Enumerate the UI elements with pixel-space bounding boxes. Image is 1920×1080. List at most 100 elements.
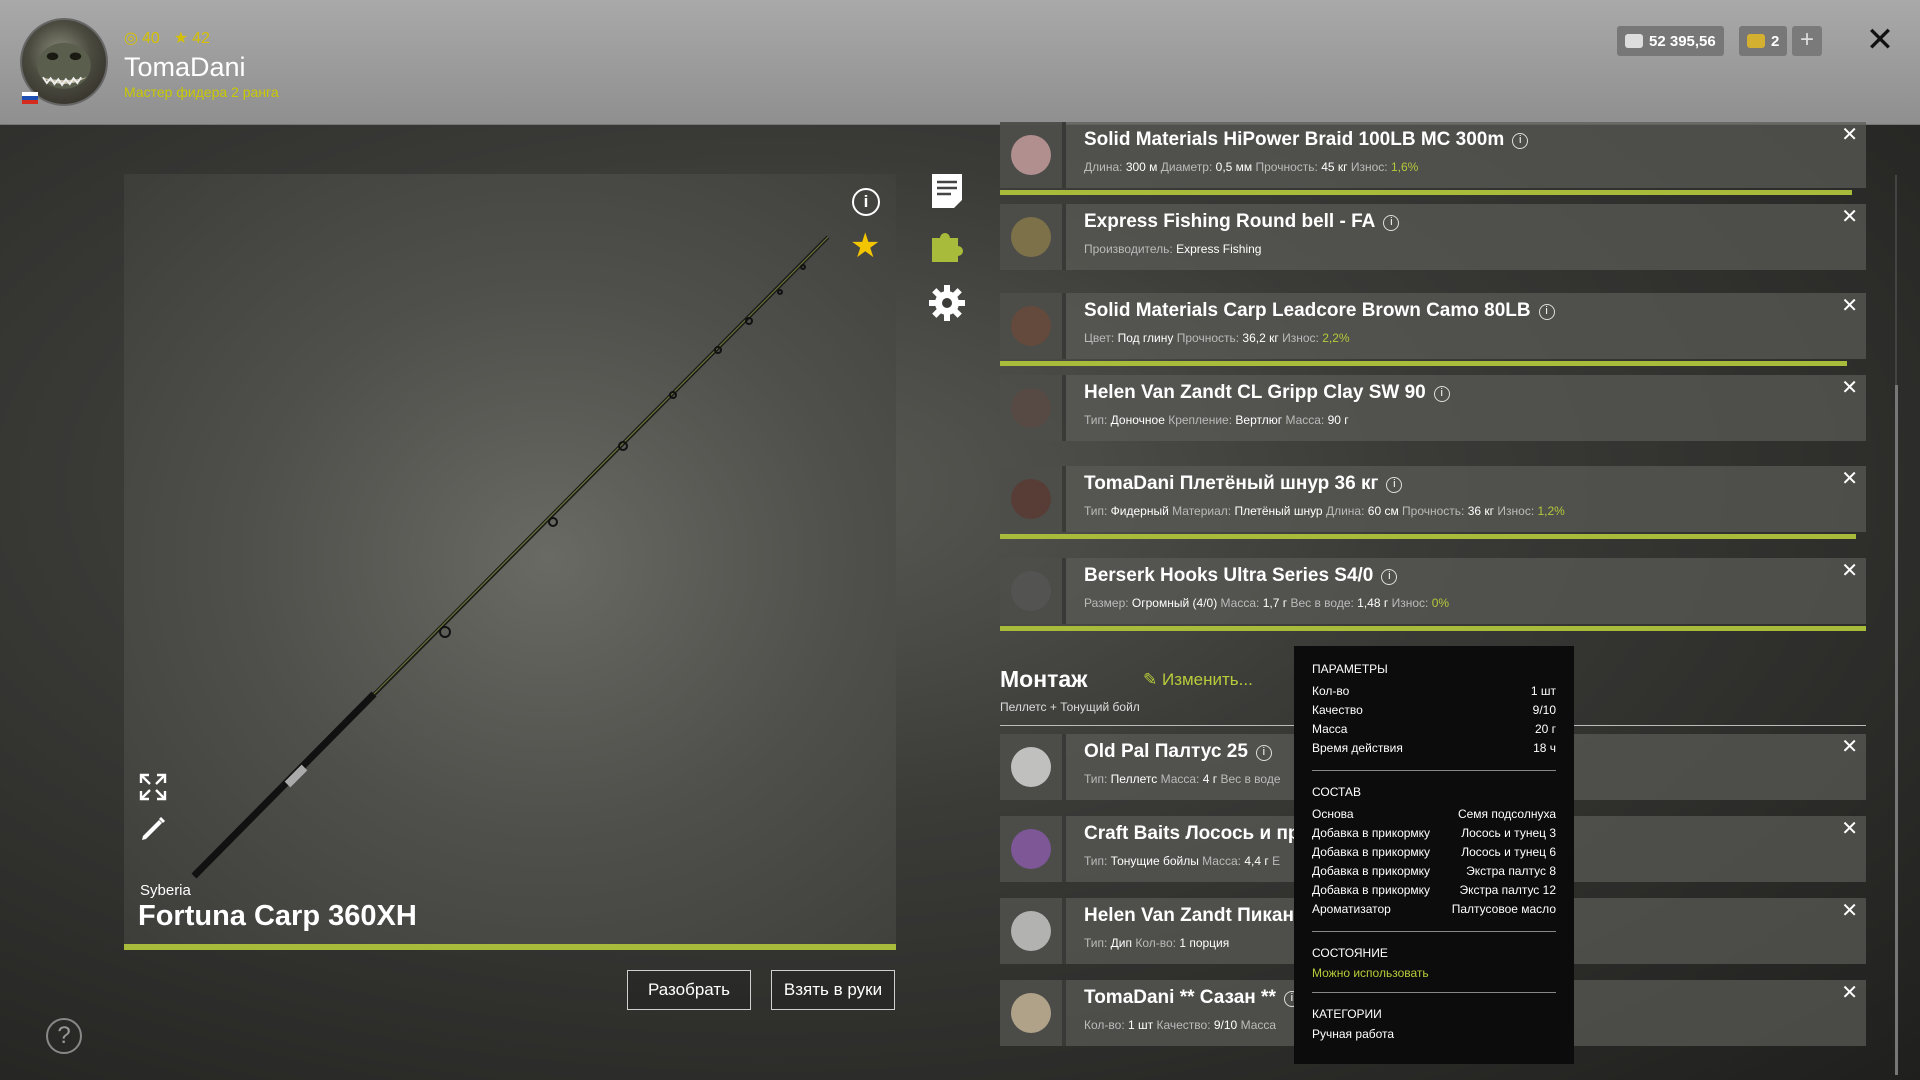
meta-value: 9/10 (1213, 1018, 1238, 1032)
info-icon[interactable]: i (1512, 133, 1529, 149)
tooltip-key: Ароматизатор (1312, 902, 1391, 916)
info-icon[interactable]: i (1381, 569, 1398, 585)
composition-list: Основа Семя подсолнуха Добавка в прикормку… (1312, 805, 1556, 919)
divider (1312, 931, 1556, 932)
info-icon[interactable]: i (1383, 215, 1400, 231)
state-value: Можно использовать (1312, 966, 1429, 980)
item-meta: Кол-во: 1 шт Качество: 9/10 Масса (1084, 1018, 1276, 1032)
remove-icon[interactable]: ✕ (1841, 980, 1858, 1005)
remove-icon[interactable]: ✕ (1841, 466, 1858, 491)
item-thumbnail (1000, 734, 1066, 800)
info-icon[interactable]: i (1255, 745, 1272, 761)
meta-value: 1,48 г (1357, 596, 1389, 610)
tooltip-row: Кол-во 1 шт (1312, 682, 1556, 701)
item-thumbnail (1000, 558, 1066, 624)
meta-value: Вертлюг (1235, 413, 1283, 427)
item-meta: Тип: Тонущие бойлы Масса: 4,4 г E (1084, 854, 1280, 868)
meta-label: Вес в воде (1220, 772, 1281, 786)
item-tooltip: ПАРАМЕТРЫ Кол-во 1 шт Качество 9/10 Масса 20 … (1294, 646, 1574, 1064)
level-b: ★ 42 (173, 30, 210, 47)
item-title: Express Fishing Round bell - FA i (1084, 211, 1400, 233)
favorite-star-icon[interactable]: ★ (850, 226, 880, 266)
help-icon[interactable]: ? (46, 1018, 82, 1054)
level-a: ◎ 40 (124, 30, 160, 47)
meta-label: Кол-во: (1084, 1018, 1128, 1032)
item-title: Solid Materials HiPower Braid 100LB MC 3… (1084, 129, 1529, 151)
tooltip-key: Добавка в прикормку (1312, 883, 1431, 897)
tooltip-value: 18 ч (1533, 741, 1556, 755)
tooltip-row: Добавка в прикормку Экстра палтус 12 (1312, 881, 1556, 900)
close-icon[interactable]: ✕ (1860, 20, 1900, 60)
info-icon[interactable]: i (1538, 304, 1555, 320)
remove-icon[interactable]: ✕ (1841, 558, 1858, 583)
remove-icon[interactable]: ✕ (1841, 122, 1858, 147)
montage-title: Монтаж (1000, 666, 1088, 692)
gold-balance[interactable]: 2 (1739, 26, 1788, 56)
item-meta: Цвет: Под глину Прочность: 36,2 кг Износ… (1084, 331, 1350, 345)
montage-edit-button[interactable]: ✎ Изменить... (1143, 670, 1253, 690)
meta-value: Плетёный шнур (1234, 504, 1323, 518)
info-icon[interactable]: i (1433, 386, 1450, 402)
item-title-text: TomaDani Плетёный шнур 36 кг (1084, 473, 1379, 494)
tooltip-row: Время действия 18 ч (1312, 739, 1556, 758)
meta-value: 2,2% (1322, 331, 1350, 345)
remove-icon[interactable]: ✕ (1841, 204, 1858, 229)
meta-label: Тип: (1084, 772, 1111, 786)
settings-icon[interactable] (928, 284, 966, 322)
silver-balance[interactable]: 52 395,56 (1617, 26, 1724, 56)
remove-icon[interactable]: ✕ (1841, 375, 1858, 400)
item-title: Solid Materials Carp Leadcore Brown Camo… (1084, 300, 1555, 322)
tooltip-key: Время действия (1312, 741, 1403, 755)
add-gold-button[interactable]: + (1792, 26, 1822, 56)
tooltip-key: Основа (1312, 807, 1354, 821)
tooltip-value: Экстра палтус 12 (1459, 883, 1556, 897)
item-title-text: Craft Baits Лосось и пря (1084, 823, 1311, 844)
tooltip-value: 20 г (1534, 722, 1556, 736)
item-title-text: Helen Van Zandt CL Gripp Clay SW 90 (1084, 382, 1426, 403)
expand-icon[interactable] (138, 772, 168, 807)
categories-title: КАТЕГОРИИ (1312, 1007, 1382, 1021)
list-item[interactable]: Berserk Hooks Ultra Series S4/0 i Размер: … (1000, 558, 1866, 624)
meta-value: 0% (1431, 596, 1450, 610)
scrollbar[interactable] (1895, 385, 1898, 1075)
tooltip-value: Лосось и тунец 6 (1461, 845, 1556, 859)
brush-icon[interactable] (138, 814, 168, 849)
meta-value: 36 кг (1467, 504, 1495, 518)
meta-label: Масса: (1160, 772, 1203, 786)
meta-value: Тонущие бойлы (1110, 854, 1199, 868)
params-list: Кол-во 1 шт Качество 9/10 Масса 20 г Время дей… (1312, 682, 1556, 758)
disassemble-button[interactable]: Разобрать (627, 970, 751, 1010)
montage-subtitle: Пеллетс + Тонущий бойл (1000, 700, 1140, 714)
star-icon: ★ (173, 30, 189, 47)
item-title-text: Express Fishing Round bell - FA (1084, 211, 1376, 232)
remove-icon[interactable]: ✕ (1841, 734, 1858, 759)
meta-label: Масса: (1285, 413, 1328, 427)
meta-value: 1 шт (1127, 1018, 1154, 1032)
item-title: Helen Van Zandt Пикантi (1084, 905, 1328, 927)
item-title: TomaDani Плетёный шнур 36 кг i (1084, 473, 1403, 495)
list-item[interactable]: Express Fishing Round bell - FA i Производ… (1000, 204, 1866, 270)
notes-icon[interactable] (928, 172, 966, 210)
puzzle-icon[interactable] (928, 226, 966, 264)
tooltip-key: Качество (1312, 703, 1363, 717)
item-thumbnail (1000, 293, 1066, 359)
list-item[interactable]: TomaDani Плетёный шнур 36 кг i Тип: Фидерн… (1000, 466, 1866, 532)
rod-preview: i ★ Syberia Fortuna Carp 360XH (124, 174, 896, 950)
take-in-hands-button[interactable]: Взять в руки (771, 970, 895, 1010)
remove-icon[interactable]: ✕ (1841, 293, 1858, 318)
meta-label: Качество: (1156, 1018, 1214, 1032)
meta-value: 1,2% (1537, 504, 1565, 518)
info-icon[interactable]: i (852, 188, 880, 216)
remove-icon[interactable]: ✕ (1841, 898, 1858, 923)
item-title: Helen Van Zandt CL Gripp Clay SW 90 i (1084, 382, 1450, 404)
meta-label: Цвет: (1084, 331, 1118, 345)
item-title-text: Old Pal Палтус 25 (1084, 741, 1248, 762)
tooltip-value: Семя подсолнуха (1457, 807, 1556, 821)
list-item[interactable]: Solid Materials Carp Leadcore Brown Camo… (1000, 293, 1866, 359)
list-item[interactable]: Helen Van Zandt CL Gripp Clay SW 90 i Тип:… (1000, 375, 1866, 441)
remove-icon[interactable]: ✕ (1841, 816, 1858, 841)
info-icon[interactable]: i (1386, 477, 1403, 493)
category-value: Ручная работа (1312, 1027, 1395, 1041)
list-item[interactable]: Solid Materials HiPower Braid 100LB MC 3… (1000, 122, 1866, 188)
tooltip-row: Добавка в прикормку Экстра палтус 8 (1312, 862, 1556, 881)
